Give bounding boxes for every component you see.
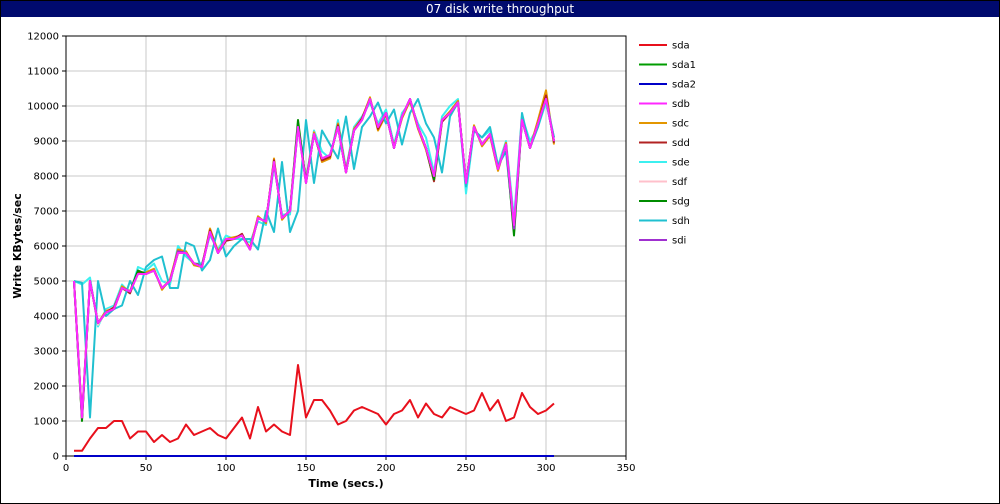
x-tick-label: 350 <box>616 463 635 474</box>
y-tick-label: 5000 <box>34 277 59 288</box>
y-axis-label: Write KBytes/sec <box>11 193 24 299</box>
y-tick-label: 8000 <box>34 172 59 183</box>
legend-item-sda: sda <box>639 41 690 52</box>
legend-item-sda1: sda1 <box>639 60 696 71</box>
window-title-bar: 07 disk write throughput <box>1 1 999 17</box>
x-tick-label: 50 <box>140 463 153 474</box>
x-tick-label: 300 <box>536 463 555 474</box>
y-tick-label: 11000 <box>27 67 59 78</box>
throughput-chart: 0100020003000400050006000700080009000100… <box>11 32 696 491</box>
x-tick-label: 250 <box>456 463 475 474</box>
legend-label: sdd <box>672 138 690 149</box>
legend-item-sde: sde <box>639 158 690 169</box>
y-tick-label: 3000 <box>34 347 59 358</box>
legend-item-sdd: sdd <box>639 138 690 149</box>
x-axis-label: Time (secs.) <box>308 477 383 490</box>
y-tick-label: 12000 <box>27 32 59 43</box>
y-tick-label: 4000 <box>34 312 59 323</box>
legend-label: sdf <box>672 177 688 188</box>
legend-label: sda2 <box>672 80 696 91</box>
y-tick-label: 10000 <box>27 102 59 113</box>
x-tick-label: 150 <box>296 463 315 474</box>
y-tick-label: 2000 <box>34 382 59 393</box>
legend-item-sdg: sdg <box>639 197 690 208</box>
legend-label: sdi <box>672 236 686 247</box>
legend-item-sdf: sdf <box>639 177 688 188</box>
y-tick-label: 0 <box>53 452 59 463</box>
legend-item-sdi: sdi <box>639 236 686 247</box>
y-tick-label: 7000 <box>34 207 59 218</box>
legend-item-sdb: sdb <box>639 99 690 110</box>
legend-label: sda <box>672 41 690 52</box>
legend-label: sda1 <box>672 60 696 71</box>
legend-item-sda2: sda2 <box>639 80 696 91</box>
chart-grid <box>65 35 627 457</box>
x-tick-label: 0 <box>63 463 69 474</box>
y-tick-label: 1000 <box>34 417 59 428</box>
legend-label: sdb <box>672 99 690 110</box>
x-tick-label: 200 <box>376 463 395 474</box>
legend-item-sdc: sdc <box>639 119 689 130</box>
legend: sda sda1 sda2 sdb sdc sdd sde sdf sdg sdh sdi <box>639 41 696 247</box>
legend-label: sde <box>672 158 690 169</box>
y-tick-label: 6000 <box>34 242 59 253</box>
legend-item-sdh: sdh <box>639 216 690 227</box>
window-title: 07 disk write throughput <box>425 2 575 16</box>
legend-label: sdc <box>672 119 689 130</box>
y-tick-label: 9000 <box>34 137 59 148</box>
legend-label: sdh <box>672 216 690 227</box>
x-axis-ticks: 0 50 100 150 200 250 300 350 <box>63 456 636 474</box>
chart-window: 07 disk write throughput 0 1000 2000 3000 40… <box>0 0 1000 504</box>
legend-label: sdg <box>672 197 690 208</box>
y-axis-ticks: 0 1000 2000 3000 4000 5000 6000 7000 8000 9000 100… <box>27 32 66 463</box>
x-tick-label: 100 <box>216 463 235 474</box>
